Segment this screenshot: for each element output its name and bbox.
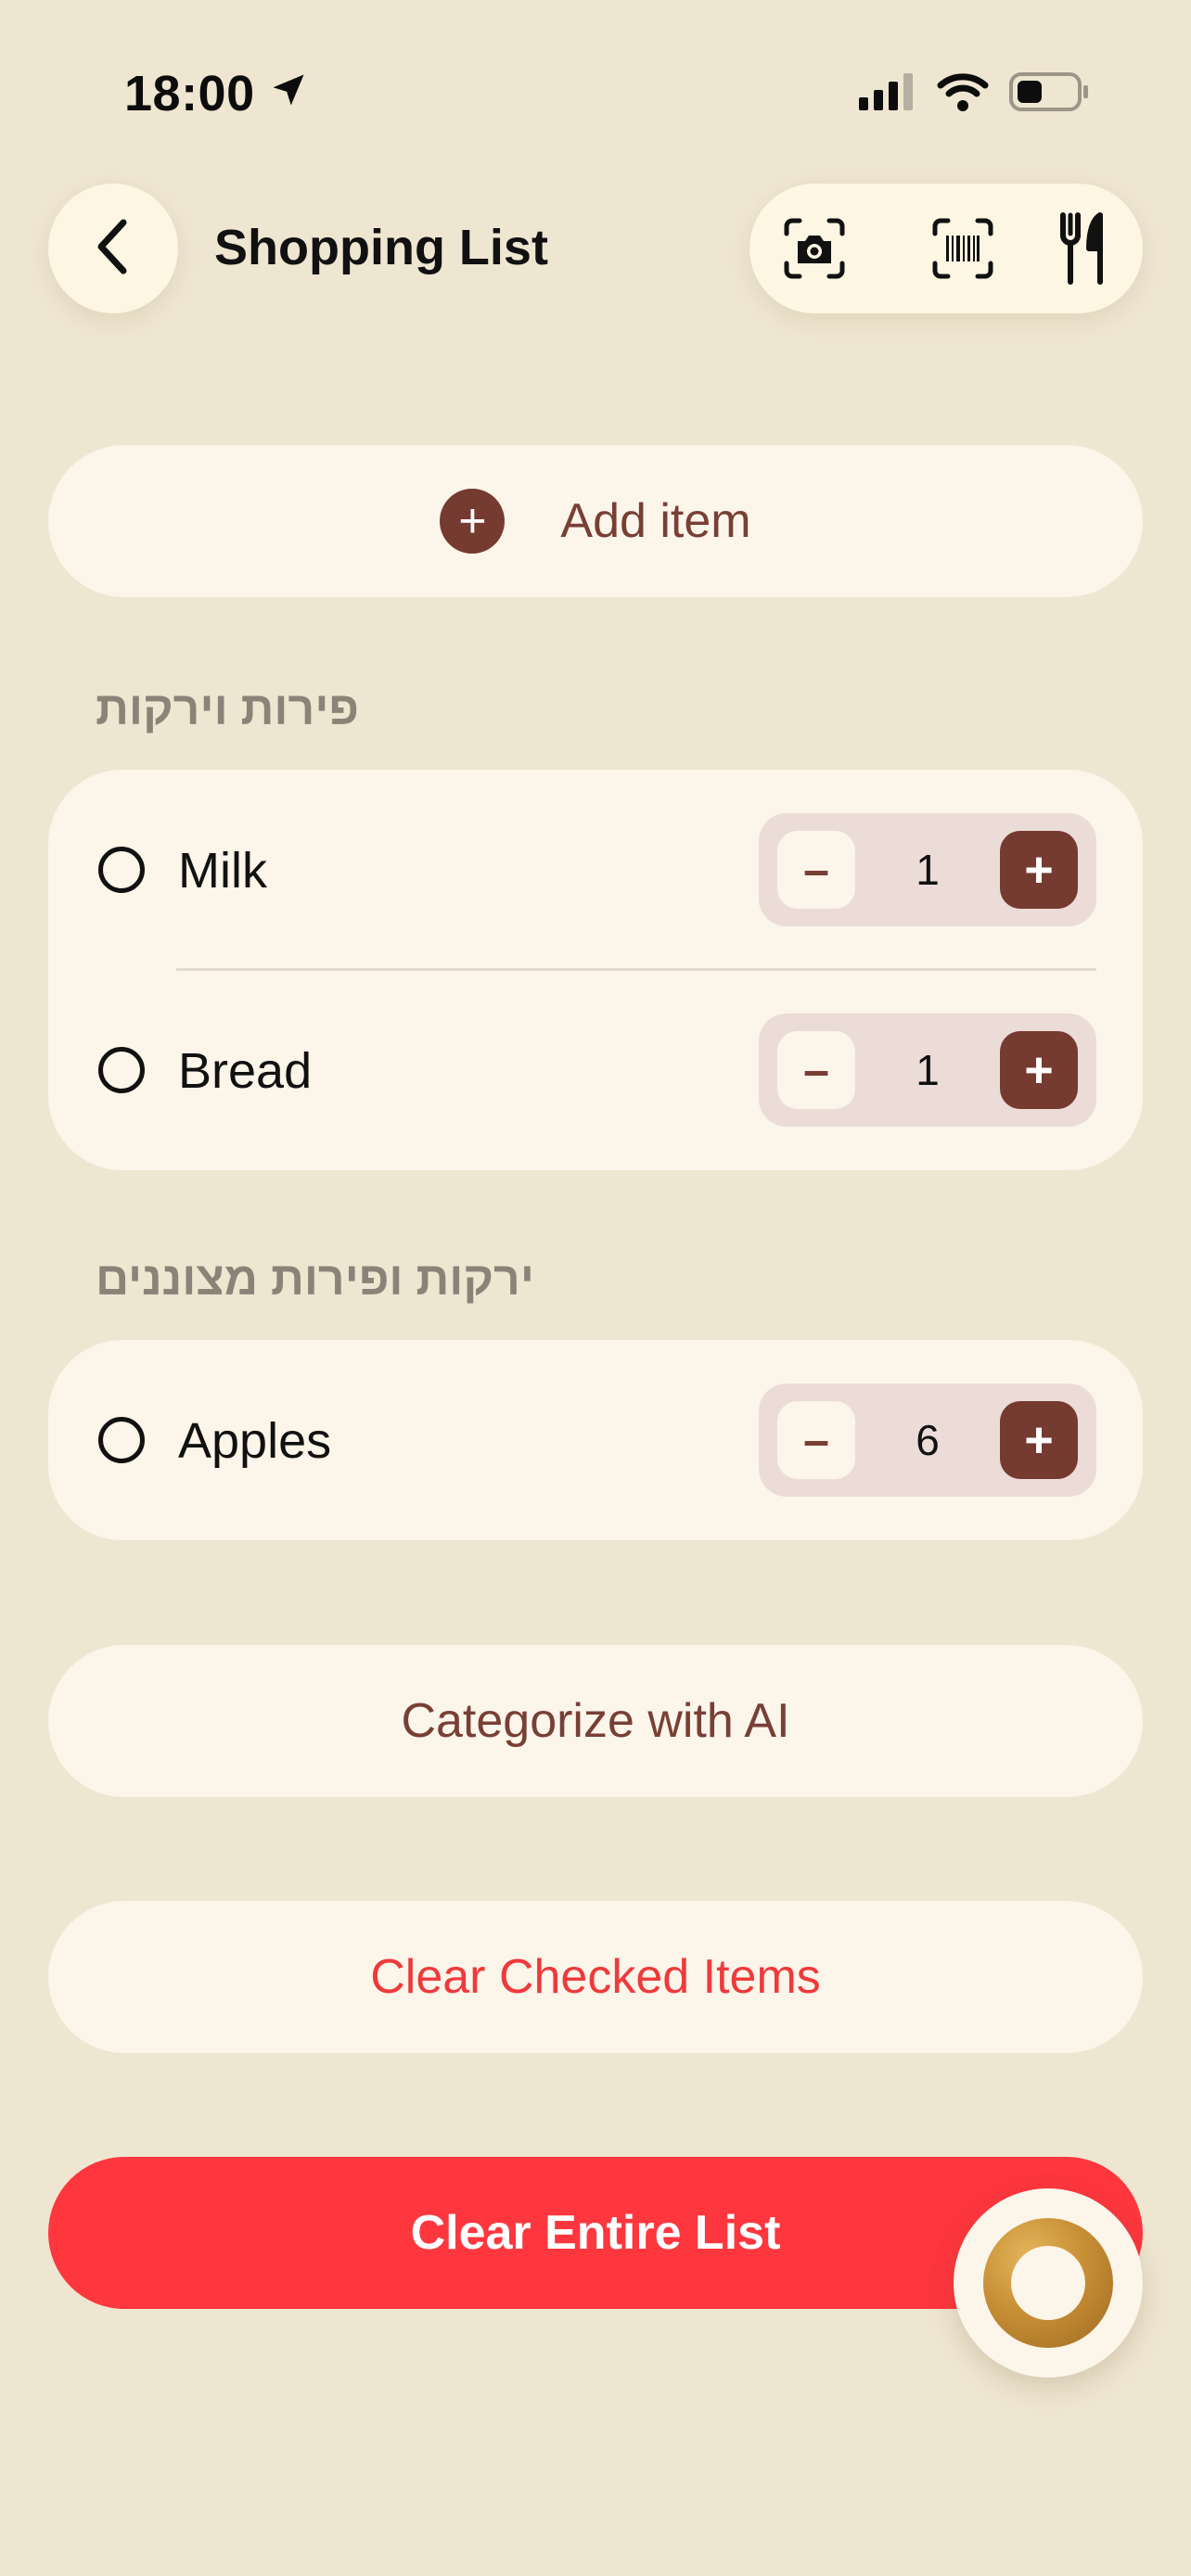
checkbox[interactable]	[98, 1417, 145, 1463]
gold-ring-icon	[983, 2218, 1113, 2348]
quantity-stepper: – 6 +	[759, 1384, 1096, 1497]
categorize-ai-button[interactable]: Categorize with AI	[48, 1645, 1143, 1797]
item-name: Milk	[178, 843, 267, 899]
plus-circle-icon: +	[440, 489, 506, 554]
location-arrow-icon	[268, 65, 309, 122]
quantity-stepper: – 1 +	[759, 1014, 1096, 1127]
increment-button[interactable]: +	[1000, 831, 1078, 909]
quantity-value: 6	[916, 1416, 940, 1464]
category-card: Milk – 1 + Bread – 1 +	[48, 770, 1143, 1170]
add-item-label: Add item	[560, 494, 751, 548]
chevron-left-icon	[90, 217, 136, 281]
item-name: Bread	[178, 1043, 313, 1099]
barcode-scan-icon[interactable]	[926, 211, 1000, 286]
section-header: פירות וירקות	[96, 682, 360, 734]
assistant-button[interactable]	[954, 2188, 1143, 2378]
decrement-button[interactable]: –	[777, 1031, 855, 1109]
quantity-value: 1	[916, 1046, 940, 1094]
checkbox[interactable]	[98, 1047, 145, 1093]
battery-icon	[1009, 72, 1089, 116]
checkbox[interactable]	[98, 847, 145, 893]
decrement-button[interactable]: –	[777, 1401, 855, 1479]
list-item: Apples – 6 +	[48, 1340, 1143, 1540]
fork-knife-icon[interactable]	[1046, 211, 1121, 286]
status-bar-indicators	[859, 72, 1089, 116]
back-button[interactable]	[48, 184, 178, 313]
clear-checked-button[interactable]: Clear Checked Items	[48, 1901, 1143, 2053]
camera-scan-icon[interactable]	[777, 211, 852, 286]
quantity-value: 1	[916, 846, 940, 894]
increment-button[interactable]: +	[1000, 1031, 1078, 1109]
cellular-signal-icon	[859, 73, 916, 115]
status-time-text: 18:00	[124, 66, 255, 121]
status-bar-time: 18:00	[124, 65, 309, 122]
category-card: Apples – 6 +	[48, 1340, 1143, 1540]
add-item-button[interactable]: + Add item	[48, 445, 1143, 597]
wifi-icon	[937, 72, 989, 116]
increment-button[interactable]: +	[1000, 1401, 1078, 1479]
list-item: Milk – 1 +	[48, 770, 1143, 970]
item-name: Apples	[178, 1413, 332, 1469]
header-toolbar	[749, 184, 1143, 313]
list-item: Bread – 1 +	[48, 970, 1143, 1170]
decrement-button[interactable]: –	[777, 831, 855, 909]
section-header: ירקות ופירות מצוננים	[96, 1253, 534, 1305]
quantity-stepper: – 1 +	[759, 813, 1096, 926]
page-title: Shopping List	[214, 220, 548, 275]
